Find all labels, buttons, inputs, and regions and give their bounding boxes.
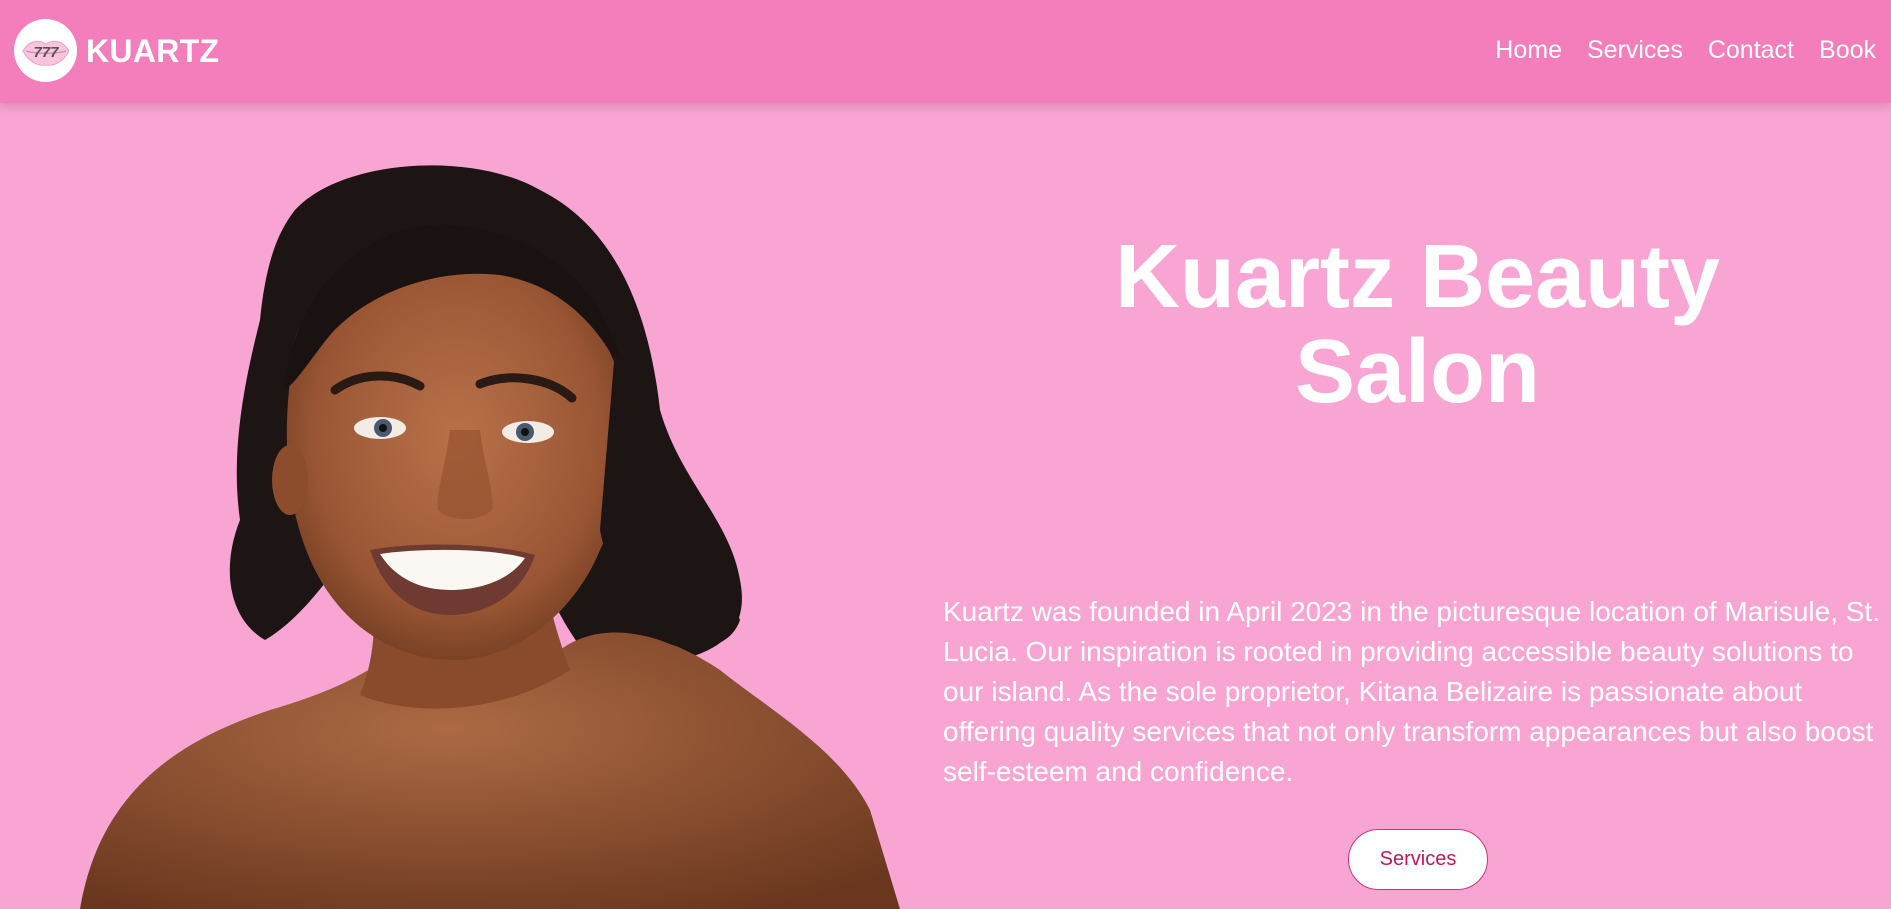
hero-portrait-image [80,165,900,909]
nav-services-link[interactable]: Services [1587,35,1683,65]
logo-text: 777 [33,44,59,61]
main-nav: Home Services Contact Book [1495,35,1891,65]
services-button[interactable]: Services [1348,829,1488,890]
left-ear [272,445,308,515]
brand-name[interactable]: KUARTZ [86,31,219,71]
navbar: 777 KUARTZ Home Services Contact Book [0,0,1891,103]
nav-contact-link[interactable]: Contact [1708,35,1794,65]
lips-logo-icon: 777 [21,40,70,66]
hero-title: Kuartz Beauty Salon [1114,227,1721,422]
hero-description: Kuartz was founded in April 2023 in the … [943,596,1880,787]
nav-book-link[interactable]: Book [1819,35,1876,65]
nav-home-link[interactable]: Home [1495,35,1562,65]
logo[interactable]: 777 [14,19,77,82]
